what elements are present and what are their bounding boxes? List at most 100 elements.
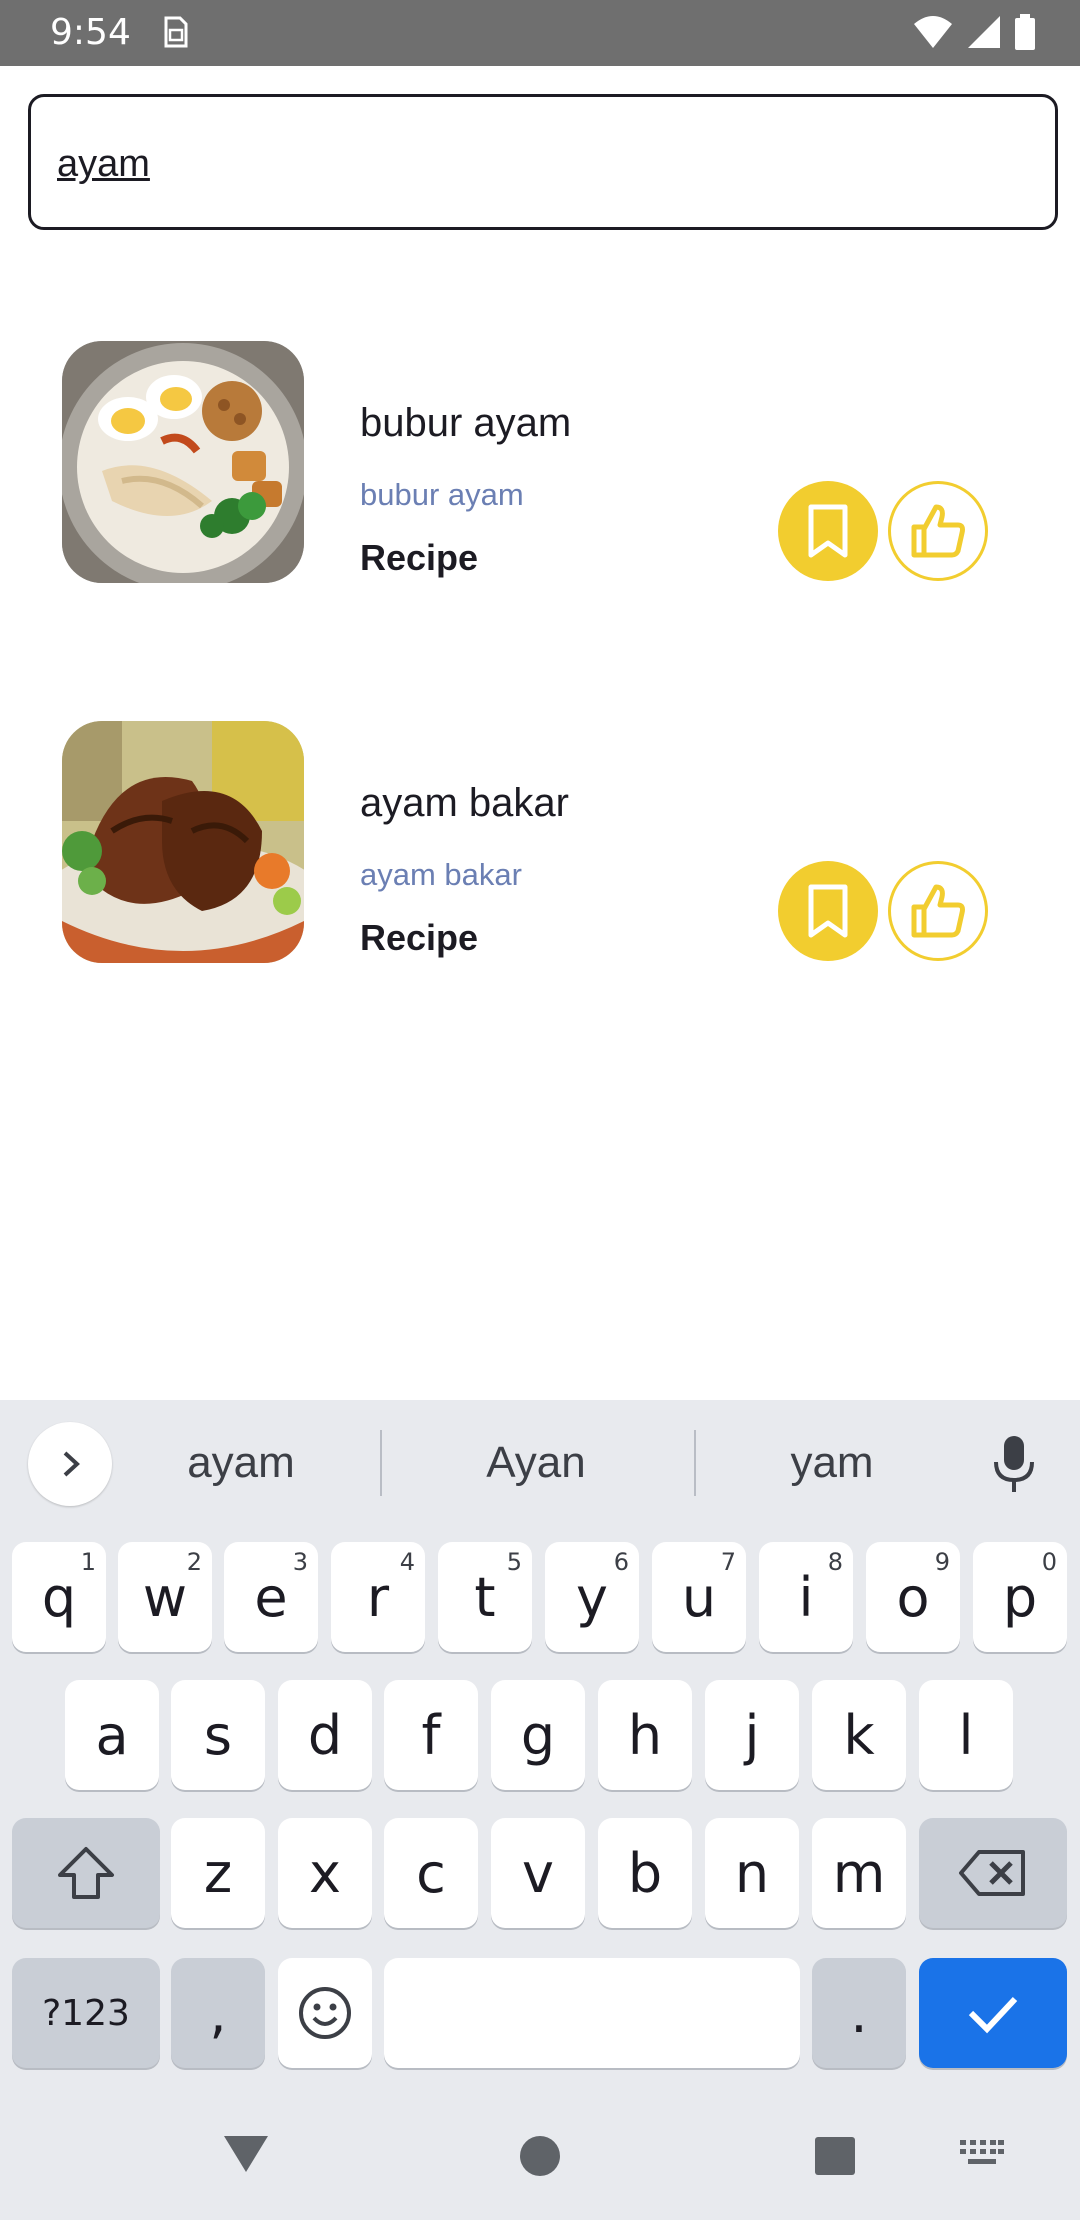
done-key[interactable]: [919, 1958, 1067, 2068]
key-label: p: [1002, 1565, 1038, 1629]
period-key[interactable]: .: [812, 1958, 906, 2068]
suggestion-strip: ayam Ayan yam: [0, 1400, 1080, 1530]
status-bar: 9:54: [0, 0, 1080, 66]
shift-icon: [58, 1847, 114, 1899]
expand-suggestions-button[interactable]: [28, 1422, 112, 1506]
key-j[interactable]: j: [705, 1680, 799, 1790]
space-key[interactable]: [384, 1958, 800, 2068]
recipe-title: ayam bakar: [360, 781, 569, 825]
key-m[interactable]: m: [812, 1818, 906, 1928]
key-hint: 5: [506, 1548, 522, 1576]
key-s[interactable]: s: [171, 1680, 265, 1790]
recipe-subtitle: bubur ayam: [360, 477, 524, 512]
navigation-bar: [0, 2108, 1080, 2220]
key-p[interactable]: p0: [973, 1542, 1067, 1652]
key-hint: 0: [1041, 1548, 1057, 1576]
key-label: t: [474, 1565, 496, 1629]
recipe-subtitle: ayam bakar: [360, 857, 522, 892]
key-hint: 6: [613, 1548, 629, 1576]
key-u[interactable]: u7: [652, 1542, 746, 1652]
key-e[interactable]: e3: [224, 1542, 318, 1652]
recipe-type: Recipe: [360, 917, 479, 958]
key-b[interactable]: b: [598, 1818, 692, 1928]
suggestion-divider: [380, 1430, 382, 1496]
key-o[interactable]: o9: [866, 1542, 960, 1652]
key-r[interactable]: r4: [331, 1542, 425, 1652]
key-w[interactable]: w2: [118, 1542, 212, 1652]
key-label: i: [798, 1565, 814, 1629]
key-y[interactable]: y6: [545, 1542, 639, 1652]
key-q[interactable]: q1: [12, 1542, 106, 1652]
key-i[interactable]: i8: [759, 1542, 853, 1652]
suggestion-divider: [694, 1430, 696, 1496]
key-h[interactable]: h: [598, 1680, 692, 1790]
key-label: q: [41, 1565, 77, 1629]
bookmark-button[interactable]: [778, 481, 878, 581]
key-label: o: [896, 1565, 930, 1629]
key-t[interactable]: t5: [438, 1542, 532, 1652]
key-label: e: [254, 1565, 288, 1629]
key-n[interactable]: n: [705, 1818, 799, 1928]
key-hint: 3: [292, 1548, 308, 1576]
key-v[interactable]: v: [491, 1818, 585, 1928]
key-l[interactable]: l: [919, 1680, 1013, 1790]
symbols-key[interactable]: ?123: [12, 1958, 160, 2068]
bookmark-icon: [808, 504, 848, 558]
backspace-key[interactable]: [919, 1818, 1067, 1928]
recipe-image: [62, 341, 304, 583]
check-icon: [968, 1996, 1018, 2034]
recipe-title: bubur ayam: [360, 401, 572, 445]
comma-key[interactable]: ,: [171, 1958, 265, 2068]
recipe-card[interactable]: bubur ayam bubur ayam Recipe: [0, 341, 1080, 601]
key-a[interactable]: a: [65, 1680, 159, 1790]
chevron-right-icon: [63, 1451, 80, 1477]
back-icon[interactable]: [222, 2132, 270, 2176]
search-input[interactable]: ayam: [28, 94, 1058, 230]
sim-icon: [160, 14, 190, 55]
keyboard: ayam Ayan yam q1 w2 e3 r4 t5 y6 u7 i8 o9…: [0, 1400, 1080, 2108]
wifi-icon: [914, 16, 952, 48]
recipe-image: [62, 721, 304, 963]
key-hint: 9: [934, 1548, 950, 1576]
suggestion-word[interactable]: yam: [707, 1438, 957, 1488]
key-hint: 8: [827, 1548, 843, 1576]
key-label: r: [366, 1565, 390, 1629]
shift-key[interactable]: [12, 1818, 160, 1928]
key-hint: 7: [720, 1548, 736, 1576]
thumbs-up-icon: [911, 504, 965, 558]
key-d[interactable]: d: [278, 1680, 372, 1790]
recipe-card[interactable]: ayam bakar ayam bakar Recipe: [0, 721, 1080, 981]
home-icon[interactable]: [518, 2134, 562, 2178]
key-f[interactable]: f: [384, 1680, 478, 1790]
key-x[interactable]: x: [278, 1818, 372, 1928]
key-c[interactable]: c: [384, 1818, 478, 1928]
microphone-icon[interactable]: [990, 1434, 1038, 1499]
like-button[interactable]: [888, 481, 988, 581]
keyboard-switch-icon[interactable]: [960, 2140, 1004, 2168]
key-label: y: [576, 1565, 608, 1629]
key-k[interactable]: k: [812, 1680, 906, 1790]
emoji-key[interactable]: [278, 1958, 372, 2068]
recents-icon[interactable]: [814, 2136, 856, 2176]
emoji-icon: [299, 1987, 351, 2039]
status-time: 9:54: [50, 12, 131, 53]
battery-icon: [1015, 14, 1035, 50]
key-hint: 1: [80, 1548, 96, 1576]
bookmark-button[interactable]: [778, 861, 878, 961]
key-hint: 4: [399, 1548, 415, 1576]
suggestion-word[interactable]: ayam: [116, 1438, 366, 1488]
key-label: u: [681, 1565, 717, 1629]
bookmark-icon: [808, 884, 848, 938]
key-g[interactable]: g: [491, 1680, 585, 1790]
status-icons: [912, 14, 1036, 50]
suggestion-word[interactable]: Ayan: [411, 1438, 661, 1488]
backspace-icon: [959, 1850, 1025, 1896]
signal-icon: [968, 16, 1000, 48]
search-input-value: ayam: [57, 143, 150, 185]
key-hint: 2: [186, 1548, 202, 1576]
thumbs-up-icon: [911, 884, 965, 938]
key-label: w: [142, 1565, 188, 1629]
key-z[interactable]: z: [171, 1818, 265, 1928]
like-button[interactable]: [888, 861, 988, 961]
recipe-type: Recipe: [360, 537, 479, 578]
